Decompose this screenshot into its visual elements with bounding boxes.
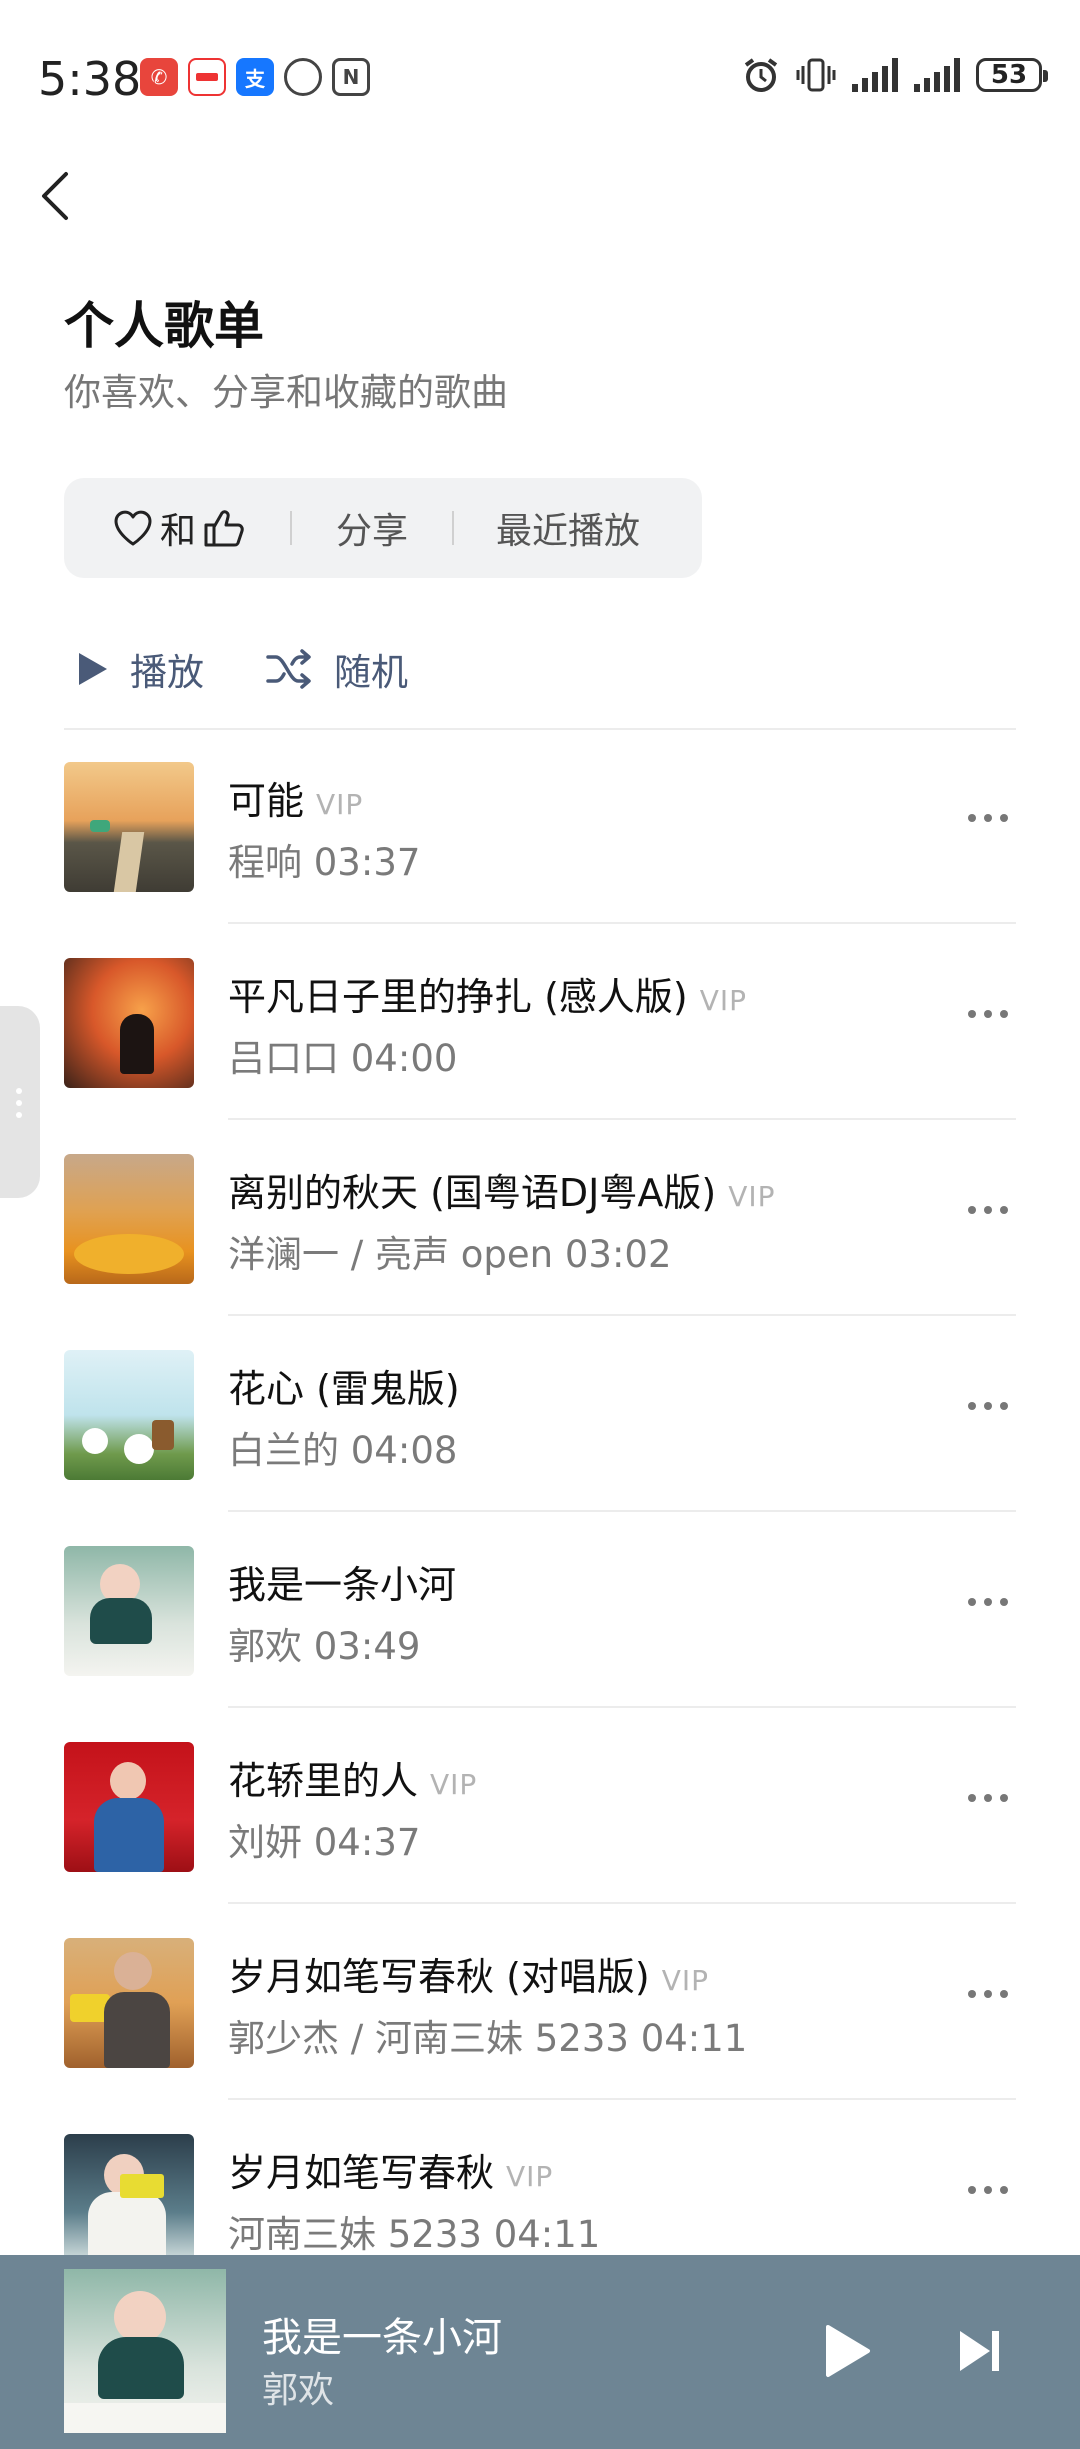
song-artist: 郭少杰 / 河南三妹 5233	[228, 2017, 629, 2060]
song-duration: 04:37	[313, 1821, 421, 1864]
song-artist: 郭欢	[228, 1625, 302, 1668]
filter-bar: 和 分享 最近播放	[64, 478, 702, 578]
song-duration: 03:02	[564, 1233, 672, 1276]
song-row[interactable]: 花轿里的人 VIP 刘妍 04:37	[0, 1708, 1080, 1904]
vip-badge: VIP	[661, 1964, 710, 1997]
song-row[interactable]: 我是一条小河 郭欢 03:49	[0, 1512, 1080, 1708]
page-title: 个人歌单	[64, 297, 264, 355]
play-all-button[interactable]: 播放	[76, 642, 204, 696]
notification-icons: ✆ 支 N	[140, 58, 370, 96]
more-dots-icon[interactable]	[968, 1990, 1008, 1998]
song-artist: 刘妍	[228, 1821, 302, 1864]
vip-badge: VIP	[430, 1768, 478, 1801]
vip-badge: VIP	[699, 984, 748, 1017]
filter-recent[interactable]: 最近播放	[454, 502, 640, 554]
album-cover	[64, 958, 194, 1088]
now-playing-title: 我是一条小河	[262, 2315, 502, 2361]
song-title: 花心 (雷鬼版)	[228, 1367, 460, 1411]
shuffle-icon	[266, 649, 311, 689]
song-title: 我是一条小河	[228, 1563, 457, 1607]
song-duration: 03:49	[313, 1625, 421, 1668]
song-title: 离别的秋天 (国粤语DJ粤A版)	[228, 1171, 717, 1215]
album-cover	[64, 1742, 194, 1872]
app-notification-icon	[188, 58, 226, 96]
more-dots-icon[interactable]	[968, 814, 1008, 822]
thumbs-up-icon	[204, 510, 244, 547]
more-dots-icon[interactable]	[968, 2186, 1008, 2194]
alipay-icon: 支	[236, 58, 274, 96]
album-cover	[64, 2134, 194, 2264]
song-row[interactable]: 岁月如笔写春秋 (对唱版) VIP 郭少杰 / 河南三妹 5233 04:11	[0, 1904, 1080, 2100]
song-title: 平凡日子里的挣扎 (感人版)	[228, 975, 688, 1019]
chevron-left-icon	[42, 172, 68, 220]
signal-icon	[852, 58, 898, 92]
like-connector: 和	[160, 511, 197, 552]
vibrate-icon	[796, 58, 836, 92]
system-status: 53	[742, 56, 1048, 94]
vip-badge: VIP	[728, 1180, 776, 1213]
player-next-button[interactable]	[956, 2327, 1004, 2379]
now-playing-cover	[64, 2269, 226, 2433]
status-bar: 5:38 ✆ 支 N 53	[0, 0, 1080, 160]
song-title: 花轿里的人	[228, 1759, 419, 1803]
page-subtitle: 你喜欢、分享和收藏的歌曲	[64, 371, 508, 414]
song-list: 可能 VIP 程响 03:37 平凡日子里的挣扎 (感人版) VIP 吕口口 04:…	[0, 728, 1080, 2296]
song-row[interactable]: 可能 VIP 程响 03:37	[0, 728, 1080, 924]
song-row[interactable]: 平凡日子里的挣扎 (感人版) VIP 吕口口 04:00	[0, 924, 1080, 1120]
song-duration: 03:37	[313, 841, 421, 884]
player-play-button[interactable]	[822, 2323, 872, 2383]
filter-liked[interactable]: 和	[64, 502, 290, 554]
more-dots-icon[interactable]	[968, 1402, 1008, 1410]
song-duration: 04:11	[640, 2017, 748, 2060]
heart-icon	[114, 510, 152, 546]
play-label: 播放	[130, 651, 204, 694]
album-cover	[64, 762, 194, 892]
battery-indicator: 53	[976, 58, 1048, 92]
playback-actions: 播放 随机	[76, 642, 408, 696]
album-cover	[64, 1350, 194, 1480]
side-drawer-handle[interactable]	[0, 1006, 40, 1198]
song-artist: 白兰的	[228, 1429, 339, 1472]
more-dots-icon[interactable]	[968, 1206, 1008, 1214]
more-dots-icon[interactable]	[968, 1794, 1008, 1802]
back-button[interactable]	[36, 168, 76, 224]
signal-icon-2	[914, 58, 960, 92]
vip-badge: VIP	[316, 788, 364, 821]
filter-share[interactable]: 分享	[292, 502, 452, 554]
now-playing-artist: 郭欢	[262, 2370, 335, 2411]
song-artist: 吕口口	[228, 1037, 339, 1080]
song-title: 岁月如笔写春秋 (对唱版)	[228, 1955, 650, 1999]
song-duration: 04:11	[493, 2213, 601, 2256]
vip-badge: VIP	[506, 2160, 554, 2193]
mini-player[interactable]: 我是一条小河 郭欢	[0, 2255, 1080, 2449]
album-cover	[64, 1154, 194, 1284]
shuffle-button[interactable]: 随机	[266, 642, 408, 696]
song-duration: 04:00	[350, 1037, 458, 1080]
album-cover	[64, 1938, 194, 2068]
play-icon	[79, 653, 107, 685]
alarm-icon	[744, 58, 778, 92]
song-row[interactable]: 离别的秋天 (国粤语DJ粤A版) VIP 洋澜一 / 亮声 open 03:02	[0, 1120, 1080, 1316]
more-dots-icon[interactable]	[968, 1010, 1008, 1018]
song-title: 岁月如笔写春秋	[228, 2151, 495, 2195]
song-row[interactable]: 花心 (雷鬼版) 白兰的 04:08	[0, 1316, 1080, 1512]
song-duration: 04:08	[350, 1429, 458, 1472]
album-cover	[64, 1546, 194, 1676]
shuffle-label: 随机	[334, 651, 408, 694]
song-artist: 程响	[228, 841, 302, 884]
skip-next-icon	[960, 2331, 999, 2371]
app-circle-icon	[284, 58, 322, 96]
play-icon	[826, 2325, 870, 2377]
more-dots-icon[interactable]	[968, 1598, 1008, 1606]
status-time: 5:38	[38, 52, 142, 106]
song-title: 可能	[228, 779, 305, 823]
song-artist: 河南三妹 5233	[228, 2213, 482, 2256]
nfc-icon: N	[332, 58, 370, 96]
song-artist: 洋澜一 / 亮声 open	[228, 1233, 554, 1276]
missed-call-icon: ✆	[140, 58, 178, 96]
